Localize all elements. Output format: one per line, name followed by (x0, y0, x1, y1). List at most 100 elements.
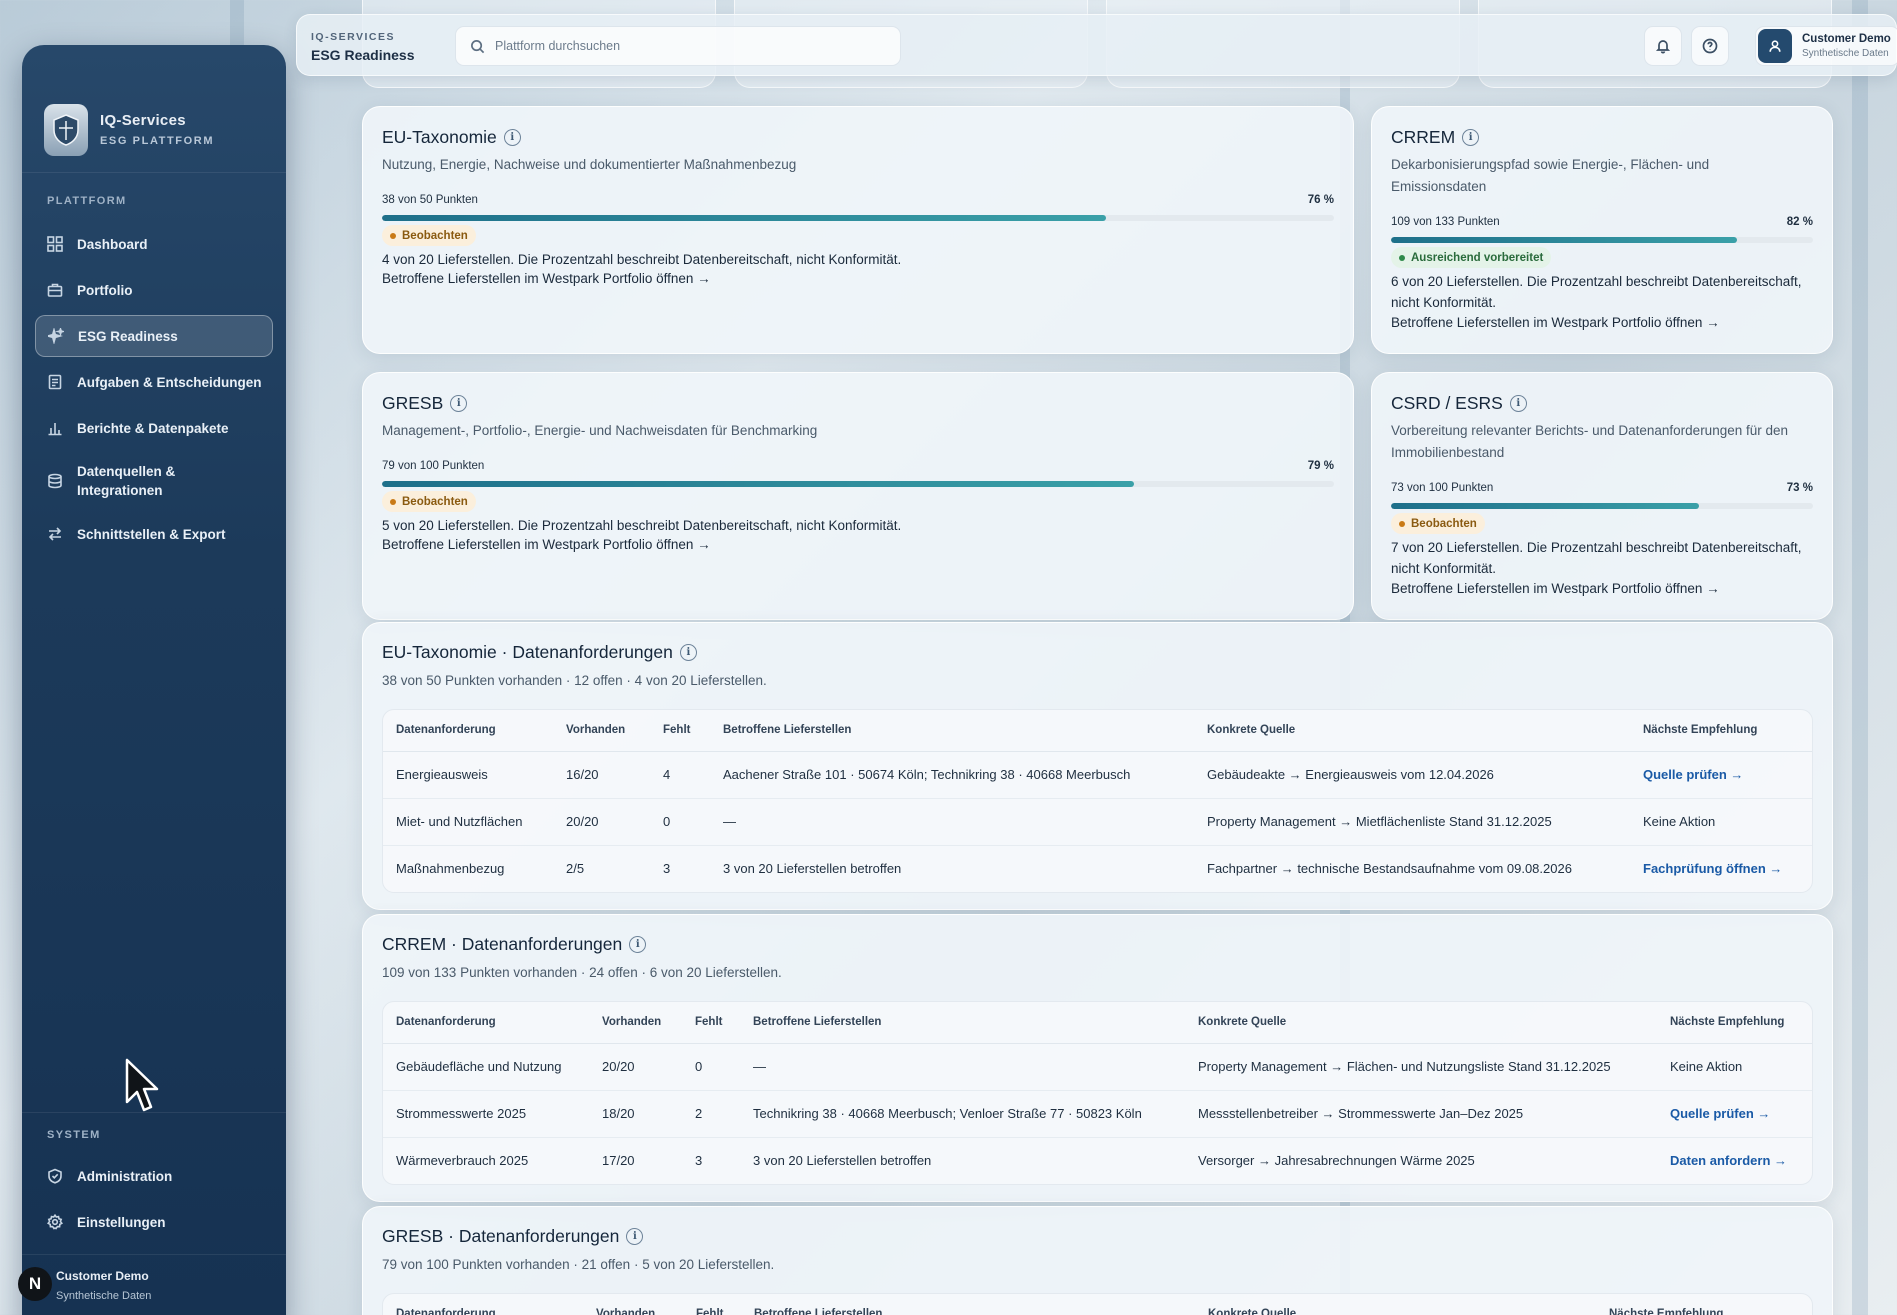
open-delivery-points-link[interactable]: Betroffene Lieferstellen im Westpark Por… (382, 537, 711, 552)
progress-bar (382, 481, 1334, 487)
section-label-system: SYSTEM (47, 1129, 101, 1141)
card-points: 109 von 133 Punkten (1391, 216, 1500, 228)
recommendation-link[interactable]: Daten anfordern → (1657, 1137, 1812, 1184)
sidebar-item-berichte[interactable]: Berichte & Datenpakete (35, 407, 273, 449)
info-icon[interactable]: i (1509, 395, 1527, 412)
column-header[interactable]: Vorhanden (583, 1294, 683, 1315)
table-cell: Property Management → Flächen- und Nutzu… (1185, 1043, 1657, 1091)
card-description: Vorbereitung relevanter Berichts- und Da… (1391, 423, 1789, 460)
page-breadcrumb: IQ-SERVICES ESG Readiness (311, 31, 415, 63)
info-icon[interactable]: i (679, 644, 697, 661)
table-cell: Strommesswerte 2025 (383, 1090, 589, 1138)
brand[interactable]: IQ-Services ESG PLATTFORM (22, 45, 286, 173)
sidebar-item-label: Aufgaben & Entscheidungen (77, 374, 262, 390)
column-header[interactable]: Nächste Empfehlung (1630, 710, 1812, 752)
table-cell: 3 von 20 Lieferstellen betroffen (723, 861, 902, 877)
table-cell: 2 (682, 1090, 740, 1138)
recommendation-link[interactable]: Quelle prüfen → (1630, 751, 1812, 799)
table-cell: 0 (682, 1043, 740, 1091)
clipboard-icon (47, 374, 63, 390)
column-header[interactable]: Nächste Empfehlung (1596, 1294, 1812, 1315)
column-header[interactable]: Betroffene Lieferstellen (740, 1002, 1185, 1044)
recommendation-link[interactable]: Quelle prüfen → (1657, 1090, 1812, 1138)
search-box[interactable] (455, 26, 901, 66)
open-delivery-points-link[interactable]: Betroffene Lieferstellen im Westpark Por… (382, 271, 711, 286)
column-header[interactable]: Vorhanden (589, 1002, 682, 1044)
section-summary: 109 von 133 Punkten vorhanden · 24 offen… (382, 965, 782, 980)
info-icon[interactable]: i (626, 1228, 644, 1245)
column-header[interactable]: Konkrete Quelle (1195, 1294, 1596, 1315)
info-icon[interactable]: i (450, 395, 468, 412)
bell-icon (1655, 40, 1671, 54)
mouse-cursor-icon (125, 1058, 159, 1112)
open-delivery-points-link[interactable]: Betroffene Lieferstellen im Westpark Por… (1391, 581, 1720, 596)
sidebar-item-administration[interactable]: Administration (35, 1155, 273, 1197)
column-header[interactable]: Fehlt (650, 710, 710, 752)
column-header[interactable]: Fehlt (682, 1002, 740, 1044)
table-cell: Versorger → Jahresabrechnungen Wärme 202… (1198, 1153, 1475, 1169)
card-body: 7 von 20 Lieferstellen. Die Prozentzahl … (1391, 540, 1802, 576)
avatar-letter-badge[interactable]: N (18, 1267, 52, 1301)
column-header[interactable]: Fehlt (683, 1294, 741, 1315)
table-cell: 20/20 (553, 798, 650, 846)
account-name: Customer Demo (1802, 33, 1891, 45)
column-header[interactable]: Datenanforderung (383, 1294, 583, 1315)
bar-chart-icon (47, 420, 63, 436)
card-body: 5 von 20 Lieferstellen. Die Prozentzahl … (382, 518, 902, 533)
table-row: Wärmeverbrauch 2025 17/20 3 3 von 20 Lie… (383, 1137, 1812, 1184)
table-cell: 3 (663, 861, 671, 877)
sidebar-item-schnittstellen[interactable]: Schnittstellen & Export (35, 513, 273, 555)
sidebar-item-aufgaben[interactable]: Aufgaben & Entscheidungen (35, 361, 273, 403)
card-percent: 79 % (1307, 460, 1334, 472)
section-label-platform: PLATTFORM (47, 195, 127, 207)
open-delivery-points-link[interactable]: Betroffene Lieferstellen im Westpark Por… (1391, 315, 1720, 330)
search-icon (471, 39, 485, 53)
table-cell: Gebäudeakte → Energieausweis vom 12.04.2… (1194, 751, 1630, 799)
notifications-button[interactable] (1644, 26, 1682, 66)
card-percent: 73 % (1786, 482, 1813, 494)
table-cell: 20/20 (589, 1043, 682, 1091)
column-header[interactable]: Datenanforderung (383, 710, 553, 752)
sidebar-item-dashboard[interactable]: Dashboard (35, 223, 273, 265)
requirements-section-gresb: GRESB · Datenanforderungen i 79 von 100 P… (362, 1206, 1833, 1315)
column-header[interactable]: Konkrete Quelle (1185, 1002, 1657, 1044)
account-sub: Synthetische Daten (1802, 48, 1889, 59)
column-header[interactable]: Nächste Empfehlung (1657, 1002, 1812, 1044)
progress-bar-fill (382, 215, 1106, 221)
sidebar-item-einstellungen[interactable]: Einstellungen (35, 1201, 273, 1243)
table-row: Strommesswerte 2025 18/20 2 Technikring … (383, 1090, 1812, 1138)
recommendation-text: Keine Aktion (1657, 1043, 1812, 1091)
avatar (1758, 29, 1792, 63)
sidebar-item-datenquellen[interactable]: Datenquellen & Integrationen (35, 453, 273, 509)
info-icon[interactable]: i (1462, 129, 1480, 146)
info-icon[interactable]: i (629, 936, 647, 953)
column-header[interactable]: Vorhanden (553, 710, 650, 752)
top-bar: IQ-SERVICES ESG Readiness Customer Demo … (296, 14, 1897, 76)
sidebar-item-esg-readiness[interactable]: ESG Readiness (35, 315, 273, 357)
column-header[interactable]: Konkrete Quelle (1194, 710, 1630, 752)
card-description: Nutzung, Energie, Nachweise und dokument… (382, 157, 797, 172)
account-menu[interactable]: Customer Demo Synthetische Daten (1755, 26, 1897, 66)
sidebar-user-name: Customer Demo (56, 1269, 149, 1283)
database-icon (47, 473, 63, 489)
info-icon[interactable]: i (503, 129, 521, 146)
column-header[interactable]: Betroffene Lieferstellen (741, 1294, 1195, 1315)
sparkle-icon (44, 326, 66, 346)
column-header[interactable]: Datenanforderung (383, 1002, 589, 1044)
sidebar-item-label: Schnittstellen & Export (77, 526, 226, 542)
search-input[interactable] (495, 39, 875, 53)
table-cell: 4 (650, 751, 710, 799)
sidebar-item-label: Portfolio (77, 282, 133, 298)
help-button[interactable] (1691, 26, 1729, 66)
sidebar-item-portfolio[interactable]: Portfolio (35, 269, 273, 311)
column-header[interactable]: Betroffene Lieferstellen (710, 710, 1194, 752)
card-title: GRESB i (382, 393, 468, 414)
briefcase-icon (47, 282, 63, 298)
recommendation-link[interactable]: Fachprüfung öffnen → (1630, 845, 1812, 892)
table-cell: 18/20 (589, 1090, 682, 1138)
sidebar-user[interactable]: Customer Demo Synthetische Daten (22, 1254, 286, 1302)
readiness-card-gresb: GRESB i Management-, Portfolio-, Energie-… (362, 372, 1354, 620)
status-dot-icon (1399, 254, 1405, 261)
requirements-table: Datenanforderung Vorhanden Fehlt Betroff… (382, 709, 1813, 893)
progress-bar-fill (382, 481, 1135, 487)
